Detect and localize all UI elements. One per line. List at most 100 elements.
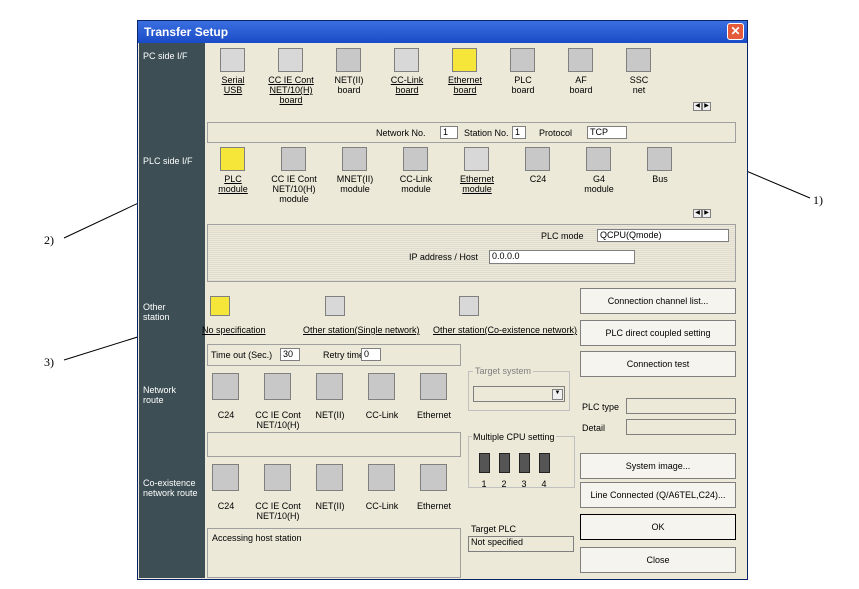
protocol-field[interactable]: TCP — [587, 126, 627, 139]
multi-cpu-label: Multiple CPU setting — [472, 432, 556, 442]
station-no-label: Station No. — [464, 128, 509, 138]
cpu-number: 2 — [501, 479, 507, 489]
route-item-label: Ethernet — [416, 501, 452, 511]
cc-ie-module-icon — [281, 147, 306, 171]
pc-side-icon-row: Serial USB CC IE Cont NET/10(H) board NET(II)… — [208, 45, 738, 123]
line-connected-button[interactable]: Line Connected (Q/A6TEL,C24)... — [580, 482, 736, 508]
other-station-option-label: Other station(Single network) — [303, 325, 420, 335]
status-text: Accessing host station — [212, 533, 302, 543]
route-node-icon — [316, 464, 343, 491]
route-item-label: CC IE Cont NET/10(H) — [255, 501, 301, 521]
coexistence-network-icon — [459, 296, 479, 316]
coexistence-route-label: Co-existence network route — [143, 478, 198, 498]
plc-module-icon — [220, 147, 245, 171]
item-label: PLC module — [218, 174, 248, 194]
item-label: CC IE Cont NET/10(H) module — [271, 174, 317, 204]
item-label: SSC net — [629, 75, 649, 95]
target-system-select[interactable]: ▼ — [473, 386, 565, 402]
route-node-icon — [316, 373, 343, 400]
route-item-label: NET(II) — [315, 501, 345, 511]
route-item-label: C24 — [217, 410, 235, 420]
route-node-icon — [264, 464, 291, 491]
target-plc-field: Not specified — [468, 536, 574, 552]
item-label: Bus — [652, 174, 668, 184]
other-station-row: No specification Other station(Single net… — [202, 296, 588, 344]
scroll-left-icon[interactable]: ◀ — [693, 209, 702, 218]
pc-side-settings-panel: Network No. 1 Station No. 1 Protocol TCP — [207, 122, 736, 143]
target-system-group: Target system ▼ — [468, 366, 570, 411]
cpu-icon — [539, 453, 550, 473]
connection-channel-list-button[interactable]: Connection channel list... — [580, 288, 736, 314]
route-node-icon — [212, 373, 239, 400]
scroll-left-icon[interactable]: ◀ — [693, 102, 702, 111]
network-no-field[interactable]: 1 — [440, 126, 458, 139]
route-item-label: C24 — [217, 501, 235, 511]
plc-side-icon-row: PLC module CC IE Cont NET/10(H) module MNET(I… — [208, 145, 738, 223]
plc-side-label: PLC side I/F — [143, 156, 193, 166]
status-panel: Accessing host station — [207, 528, 461, 578]
cc-link-module-icon — [403, 147, 428, 171]
network-no-label: Network No. — [376, 128, 426, 138]
station-no-field[interactable]: 1 — [512, 126, 526, 139]
system-image-button[interactable]: System image... — [580, 453, 736, 479]
cpu-icon — [479, 453, 490, 473]
scroll-right-icon[interactable]: ▶ — [702, 102, 711, 111]
c24-icon — [525, 147, 550, 171]
plc-mode-label: PLC mode — [541, 231, 584, 241]
item-label: MNET(II) module — [336, 174, 374, 194]
multi-cpu-group: Multiple CPU setting 1 2 3 4 — [468, 432, 575, 489]
route-item-label: CC-Link — [365, 410, 399, 420]
cpu-number: 1 — [481, 479, 487, 489]
item-label: C24 — [529, 174, 547, 184]
route-node-icon — [420, 373, 447, 400]
left-label-column: PC side I/F PLC side I/F Other station Ne… — [139, 43, 205, 578]
g4-module-icon — [586, 147, 611, 171]
item-label: G4 module — [584, 174, 614, 194]
ethernet-module-icon — [464, 147, 489, 171]
ip-address-label: IP address / Host — [409, 252, 478, 262]
item-label: Ethernet module — [459, 174, 495, 194]
ssc-net-icon — [626, 48, 651, 72]
serial-usb-icon — [220, 48, 245, 72]
cc-link-board-icon — [394, 48, 419, 72]
other-station-option-label: No specification — [202, 325, 266, 335]
single-network-icon — [325, 296, 345, 316]
route-node-icon — [368, 373, 395, 400]
bus-icon — [647, 147, 672, 171]
network-route-row: C24 CC IE Cont NET/10(H) NET(II) CC-Link Ethe… — [208, 373, 468, 430]
connection-test-button[interactable]: Connection test — [580, 351, 736, 377]
plc-direct-coupled-button[interactable]: PLC direct coupled setting — [580, 320, 736, 346]
plc-type-label: PLC type — [582, 402, 620, 412]
ok-button[interactable]: OK — [580, 514, 736, 540]
route-item-label: CC-Link — [365, 501, 399, 511]
plc-mode-field[interactable]: QCPU(Qmode) — [597, 229, 729, 242]
retry-field[interactable]: 0 — [361, 348, 381, 361]
item-label: AF board — [569, 75, 593, 95]
cpu-number: 3 — [521, 479, 527, 489]
scroll-right-icon[interactable]: ▶ — [702, 209, 711, 218]
timeout-panel: Time out (Sec.) 30 Retry times 0 — [207, 344, 461, 366]
timeout-field[interactable]: 30 — [280, 348, 300, 361]
close-button[interactable]: Close — [580, 547, 736, 573]
title-bar: Transfer Setup ✕ — [138, 21, 747, 43]
plc-side-settings-panel: PLC mode QCPU(Qmode) IP address / Host 0… — [207, 224, 736, 282]
item-label: Ethernet board — [447, 75, 483, 95]
dialog-title: Transfer Setup — [144, 25, 229, 39]
cpu-icon — [519, 453, 530, 473]
chevron-down-icon: ▼ — [552, 389, 563, 400]
route-item-label: CC IE Cont NET/10(H) — [255, 410, 301, 430]
route-node-icon — [420, 464, 447, 491]
timeout-label: Time out (Sec.) — [211, 350, 273, 360]
close-icon[interactable]: ✕ — [727, 23, 744, 40]
route-item-label: NET(II) — [315, 410, 345, 420]
cpu-icon — [499, 453, 510, 473]
detail-field — [626, 419, 736, 435]
item-label: NET(II) board — [334, 75, 364, 95]
route-node-icon — [264, 373, 291, 400]
protocol-label: Protocol — [539, 128, 573, 138]
route-node-icon — [212, 464, 239, 491]
ip-address-field[interactable]: 0.0.0.0 — [489, 250, 635, 264]
plc-type-field — [626, 398, 736, 414]
item-label: CC-Link module — [399, 174, 433, 194]
other-station-label: Other station — [143, 302, 170, 322]
